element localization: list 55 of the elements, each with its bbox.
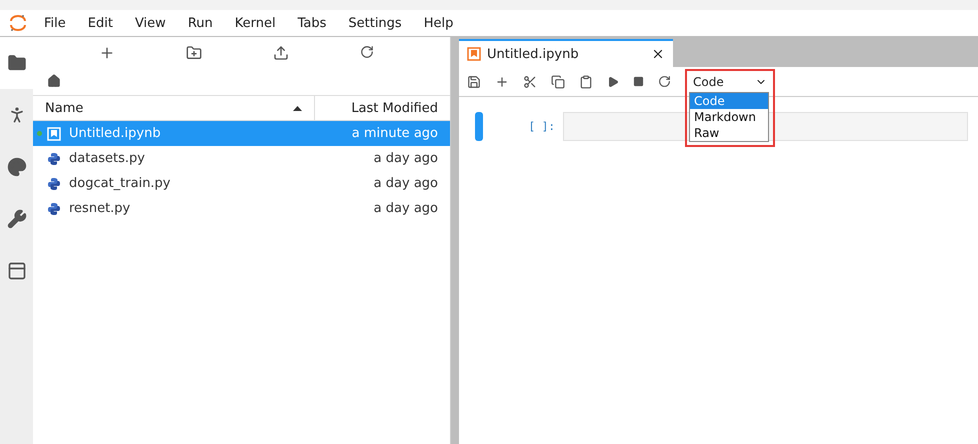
python-file-icon [47,176,61,190]
menu-item[interactable]: Help [424,16,454,30]
sidebar-tab[interactable] [0,37,33,89]
run-icon[interactable] [607,76,619,88]
file-row[interactable]: resnet.py a day ago [33,196,450,221]
wrench-icon[interactable] [6,209,26,229]
menu-item[interactable]: Settings [348,16,402,30]
notebook-tab[interactable]: Untitled.ipynb [459,39,673,67]
menu-item[interactable]: Run [188,16,213,30]
modified-time: a day ago [374,151,438,166]
python-file-icon [47,152,61,166]
file-name: resnet.py [69,201,132,216]
column-header[interactable]: Name [33,96,314,120]
dropdown-option[interactable]: Code [690,92,768,108]
file-name: Untitled.ipynb [69,126,162,141]
file-name: dogcat_train.py [69,176,172,191]
notebook-icon [467,47,481,61]
cell-prompt: [ ]: [528,120,555,133]
refresh-icon[interactable] [360,45,374,59]
palette-icon[interactable] [6,157,26,177]
paste-icon[interactable] [579,74,593,88]
modified-time: a day ago [374,201,438,216]
insert-cell-icon[interactable] [495,74,509,88]
column-header[interactable]: Last Modified [314,96,450,120]
dropdown-option[interactable]: Markdown [690,108,768,124]
stop-icon[interactable] [633,76,644,87]
menu-item[interactable]: File [44,16,66,30]
folder-icon[interactable] [6,53,26,73]
tab-title: Untitled.ipynb [487,46,580,62]
file-row[interactable]: dogcat_train.py a day ago [33,171,450,196]
cell-type-select[interactable]: Code [689,72,769,90]
python-file-icon [47,202,61,216]
file-row[interactable]: datasets.py a day ago [33,146,450,171]
menu-item[interactable]: Kernel [234,16,276,30]
menu-item[interactable]: Edit [88,16,113,30]
notebook-icon [47,126,61,140]
menu-item[interactable]: Tabs [298,16,326,30]
upload-icon[interactable] [273,45,290,61]
file-name: datasets.py [69,151,146,166]
logo-icon [8,13,28,33]
new-folder-icon[interactable] [186,45,202,61]
tabs-icon[interactable] [6,261,26,281]
select-value: Code [693,74,724,88]
restart-icon[interactable] [658,75,671,88]
menu-item[interactable]: View [134,16,166,30]
column-label: Name [45,100,84,116]
close-icon[interactable] [651,47,665,61]
save-icon[interactable] [467,74,481,88]
copy-icon[interactable] [551,74,565,88]
column-label: Last Modified [351,100,438,116]
home-icon[interactable] [47,74,61,88]
cut-icon[interactable] [523,74,537,88]
modified-time: a minute ago [352,126,438,141]
modified-time: a day ago [374,176,438,191]
new-launcher-icon[interactable] [98,45,115,61]
